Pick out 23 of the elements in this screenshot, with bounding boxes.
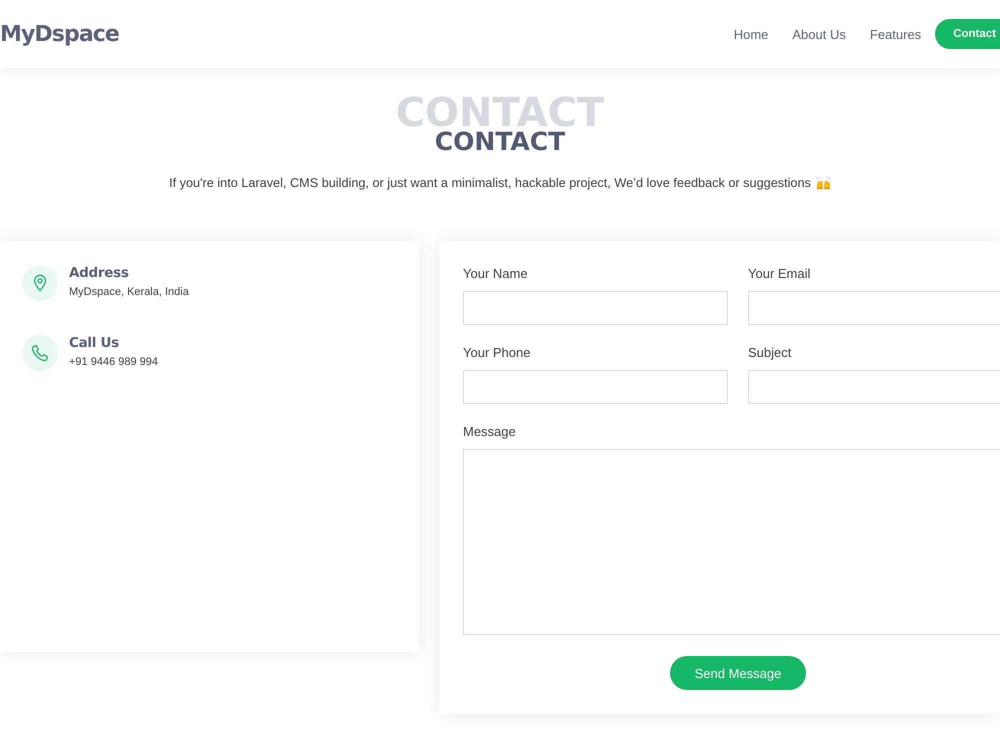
raised-hands-icon <box>816 176 831 190</box>
input-field[interactable] <box>463 370 728 404</box>
info-value: +91 9446 989 994 <box>69 356 158 369</box>
section-title: CONTACT <box>434 130 566 154</box>
field-label: Your Email <box>748 266 812 282</box>
field-label: Subject <box>748 345 792 361</box>
input-field[interactable] <box>748 291 1000 325</box>
nav-link[interactable]: Home <box>734 26 768 42</box>
phone-icon <box>22 335 58 371</box>
nav-link[interactable]: Features <box>870 26 922 42</box>
field-label: Your Phone <box>463 345 532 361</box>
input-field[interactable] <box>748 370 1000 404</box>
nav-link[interactable]: About Us <box>792 26 846 42</box>
field-label: Message <box>463 424 517 440</box>
info-title: Address <box>69 265 130 281</box>
info-value: MyDspace, Kerala, India <box>69 286 189 299</box>
subtitle-text: If you're into Laravel, CMS building, or just want a minimalist, hackable project, We’d love feedback or suggestions <box>169 175 811 191</box>
map-pin-icon <box>22 265 58 301</box>
info-title: Call Us <box>69 335 120 351</box>
logo-text[interactable]: MyDspace <box>0 22 119 46</box>
field-label: Your Name <box>463 266 529 282</box>
input-field[interactable] <box>463 291 728 325</box>
message-field[interactable] <box>463 449 1000 635</box>
